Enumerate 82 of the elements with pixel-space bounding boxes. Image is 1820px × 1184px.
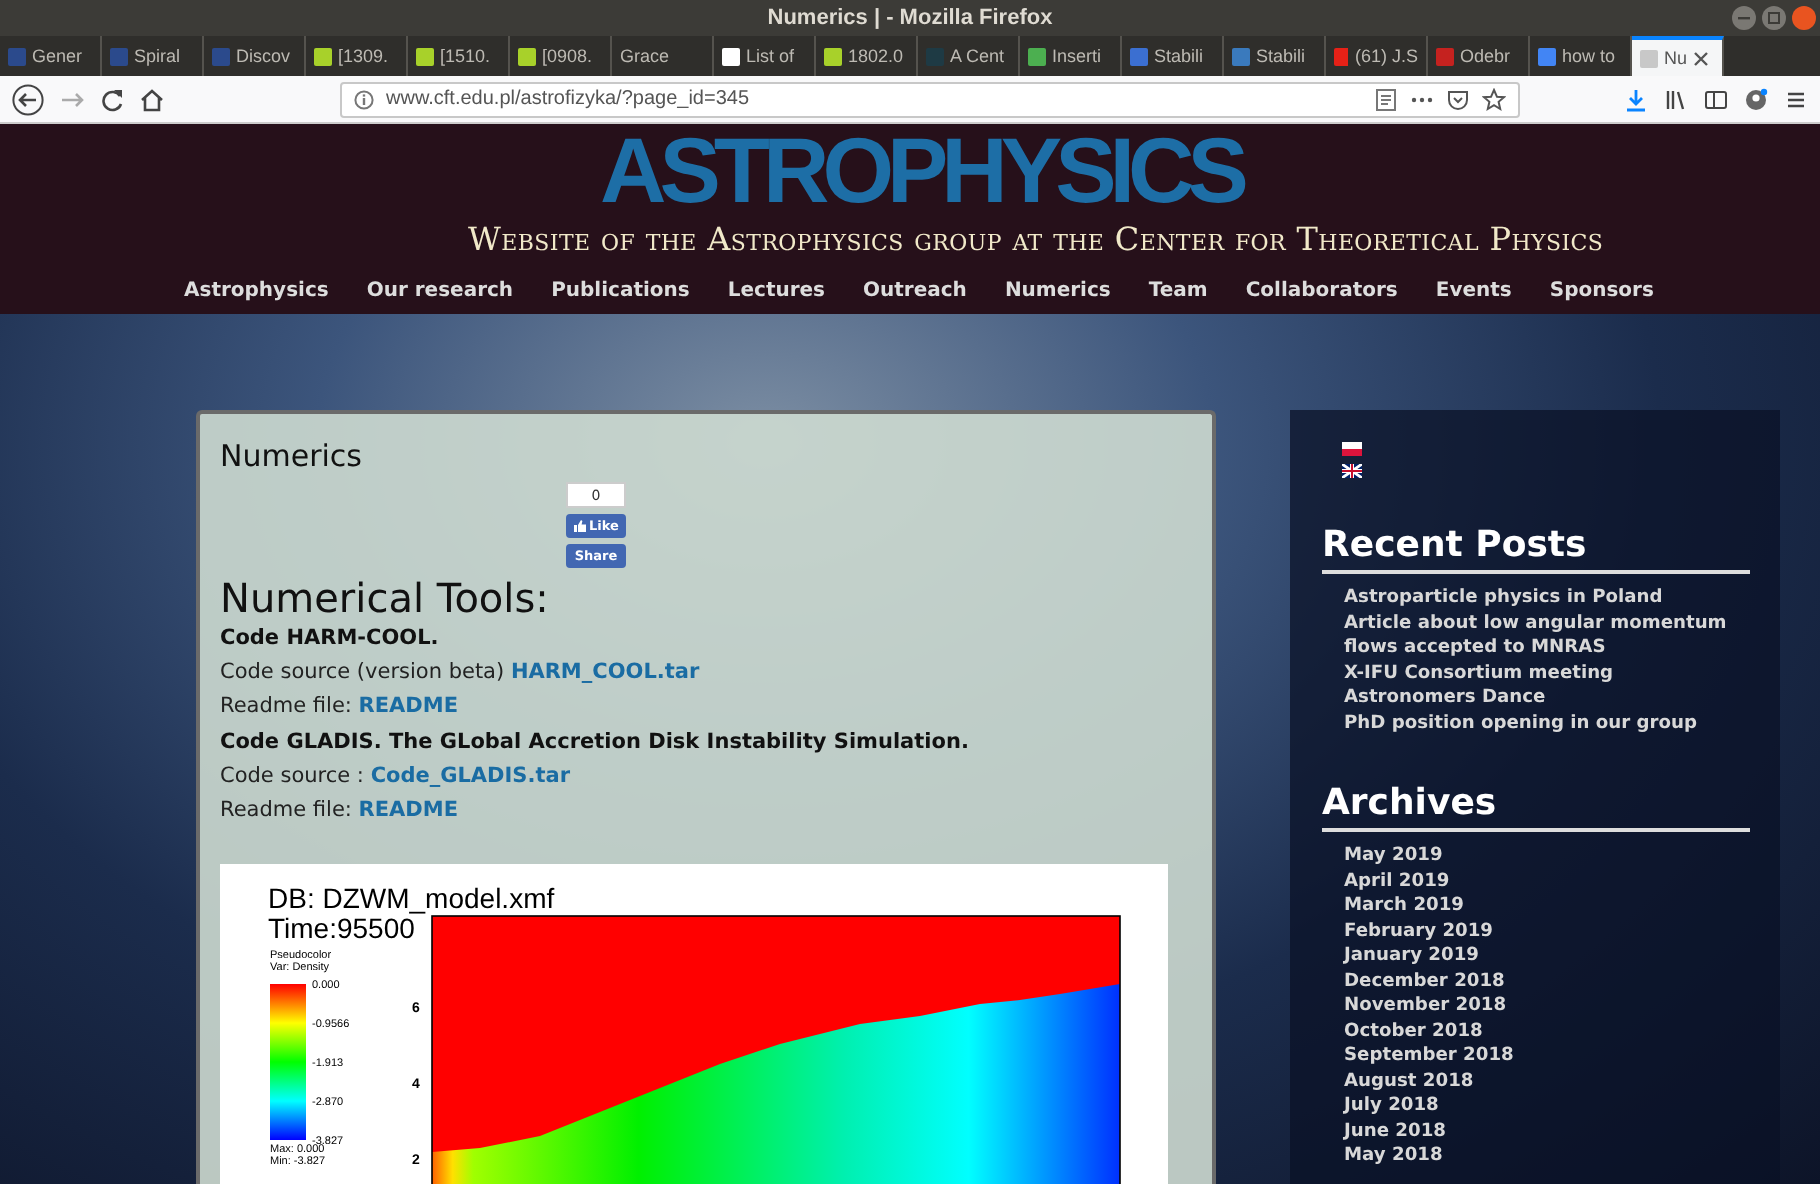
tab-label: Spiral	[134, 46, 181, 66]
tab-label: Stabili	[1256, 46, 1306, 66]
sidebar-icon[interactable]	[1704, 87, 1728, 111]
archive-link[interactable]: August 2018	[1344, 1069, 1744, 1094]
archive-link[interactable]: March 2019	[1344, 894, 1744, 919]
archive-link[interactable]: October 2018	[1344, 1019, 1744, 1044]
post-link[interactable]: PhD position opening in our group	[1344, 711, 1744, 736]
reload-icon[interactable]	[100, 87, 124, 111]
close-icon[interactable]	[1693, 51, 1708, 65]
post-link[interactable]: Astroparticle physics in Poland	[1344, 586, 1744, 611]
download-icon[interactable]	[1624, 87, 1648, 111]
uk-flag-icon[interactable]	[1342, 464, 1362, 478]
nav-link[interactable]: Events	[1435, 280, 1512, 302]
star-icon[interactable]	[1482, 87, 1506, 111]
tab-label: Discov	[236, 46, 291, 66]
archive-link[interactable]: July 2018	[1344, 1094, 1744, 1119]
nav-link[interactable]: Outreach	[863, 280, 967, 302]
time-label: Time:95500	[268, 912, 415, 945]
page-title: Numerics	[220, 438, 364, 474]
tab-label: Nu	[1664, 48, 1688, 68]
tab-label: List of	[746, 46, 795, 66]
code-title: Code GLADIS. The GLobal Accretion Disk Instability Simulation.	[220, 727, 971, 758]
code-title: Code HARM-COOL.	[220, 624, 441, 654]
post-link[interactable]: X-IFU Consortium meeting	[1344, 661, 1744, 686]
site-subtitle: Website of the Astrophysics group at the Center for Theoretical Physics	[468, 220, 1606, 258]
post-link[interactable]: Article about low angular momentum flows accepted to MNRAS	[1344, 611, 1744, 661]
tab-label: [0908.	[542, 46, 593, 66]
paragraph: Readme file: README	[220, 692, 461, 723]
nav-link[interactable]: Numerics	[1004, 280, 1111, 302]
nav-link[interactable]: Our research	[366, 280, 514, 302]
pocket-icon[interactable]	[1446, 87, 1470, 111]
tab-label: Gener	[32, 46, 83, 66]
archive-link[interactable]: May 2018	[1344, 1144, 1744, 1169]
polish-flag-icon[interactable]	[1342, 442, 1362, 456]
address-field[interactable]: www.cft.edu.pl/astrofizyka/?page_id=345	[340, 81, 1520, 117]
tab-label: (61) J.S	[1354, 46, 1418, 66]
archive-link[interactable]: May 2019	[1344, 844, 1744, 869]
url-text: www.cft.edu.pl/astrofizyka/?page_id=345	[386, 88, 751, 110]
library-icon[interactable]	[1664, 87, 1688, 111]
back-icon[interactable]	[12, 83, 44, 115]
tab-label: how to	[1562, 46, 1616, 66]
nav-link[interactable]: Lectures	[727, 280, 826, 302]
tab-label: Stabili	[1154, 46, 1204, 66]
paragraph: Readme file: README	[220, 796, 461, 827]
maximize-icon[interactable]	[1762, 6, 1786, 30]
nav-link[interactable]: Publications	[551, 280, 690, 302]
account-icon[interactable]	[1744, 87, 1768, 111]
section-heading: Numerical Tools:	[220, 574, 551, 622]
archive-link[interactable]: June 2018	[1344, 1119, 1744, 1144]
tab-label: Inserti	[1052, 46, 1102, 66]
minimize-icon[interactable]	[1732, 6, 1756, 30]
tab-label: A Cent	[950, 46, 1005, 66]
browser-tab[interactable]: Nu	[1632, 36, 1724, 76]
post-link[interactable]: Astronomers Dance	[1344, 686, 1744, 711]
archive-link[interactable]: January 2019	[1344, 944, 1744, 969]
widget-title: Archives	[1322, 780, 1750, 832]
thumbs-up-icon	[573, 520, 586, 532]
close-icon[interactable]	[1792, 6, 1816, 30]
nav-link[interactable]: Collaborators	[1245, 280, 1398, 302]
info-icon[interactable]	[354, 89, 374, 109]
archive-link[interactable]: February 2019	[1344, 919, 1744, 944]
archive-link[interactable]: November 2018	[1344, 994, 1744, 1019]
window-title: Numerics | - Mozilla Firefox	[767, 6, 1053, 30]
paragraph: Code source (version beta) HARM_COOL.tar	[220, 658, 702, 689]
nav-link[interactable]: Team	[1148, 280, 1208, 302]
tab-label: Odebr	[1460, 46, 1511, 66]
nav-link[interactable]: Astrophysics	[184, 280, 329, 302]
home-icon[interactable]	[140, 87, 164, 111]
tab-label: [1510.	[440, 46, 491, 66]
reader-icon[interactable]	[1374, 87, 1398, 111]
nav-link[interactable]: Sponsors	[1549, 280, 1654, 302]
tab-label: Grace	[620, 46, 670, 66]
paragraph: Code source : Code_GLADIS.tar	[220, 761, 573, 792]
database-label: DB: DZWM_model.xmf	[268, 882, 555, 915]
archive-link[interactable]: April 2019	[1344, 869, 1744, 894]
archive-link[interactable]: December 2018	[1344, 969, 1744, 994]
archive-link[interactable]: September 2018	[1344, 1044, 1744, 1069]
tab-label: 1802.0	[848, 46, 904, 66]
site-title: ASTROPHYSICS	[600, 124, 1245, 216]
tab-label: [1309.	[338, 46, 389, 66]
widget-title: Recent Posts	[1322, 522, 1750, 574]
menu-icon[interactable]	[1784, 87, 1808, 111]
